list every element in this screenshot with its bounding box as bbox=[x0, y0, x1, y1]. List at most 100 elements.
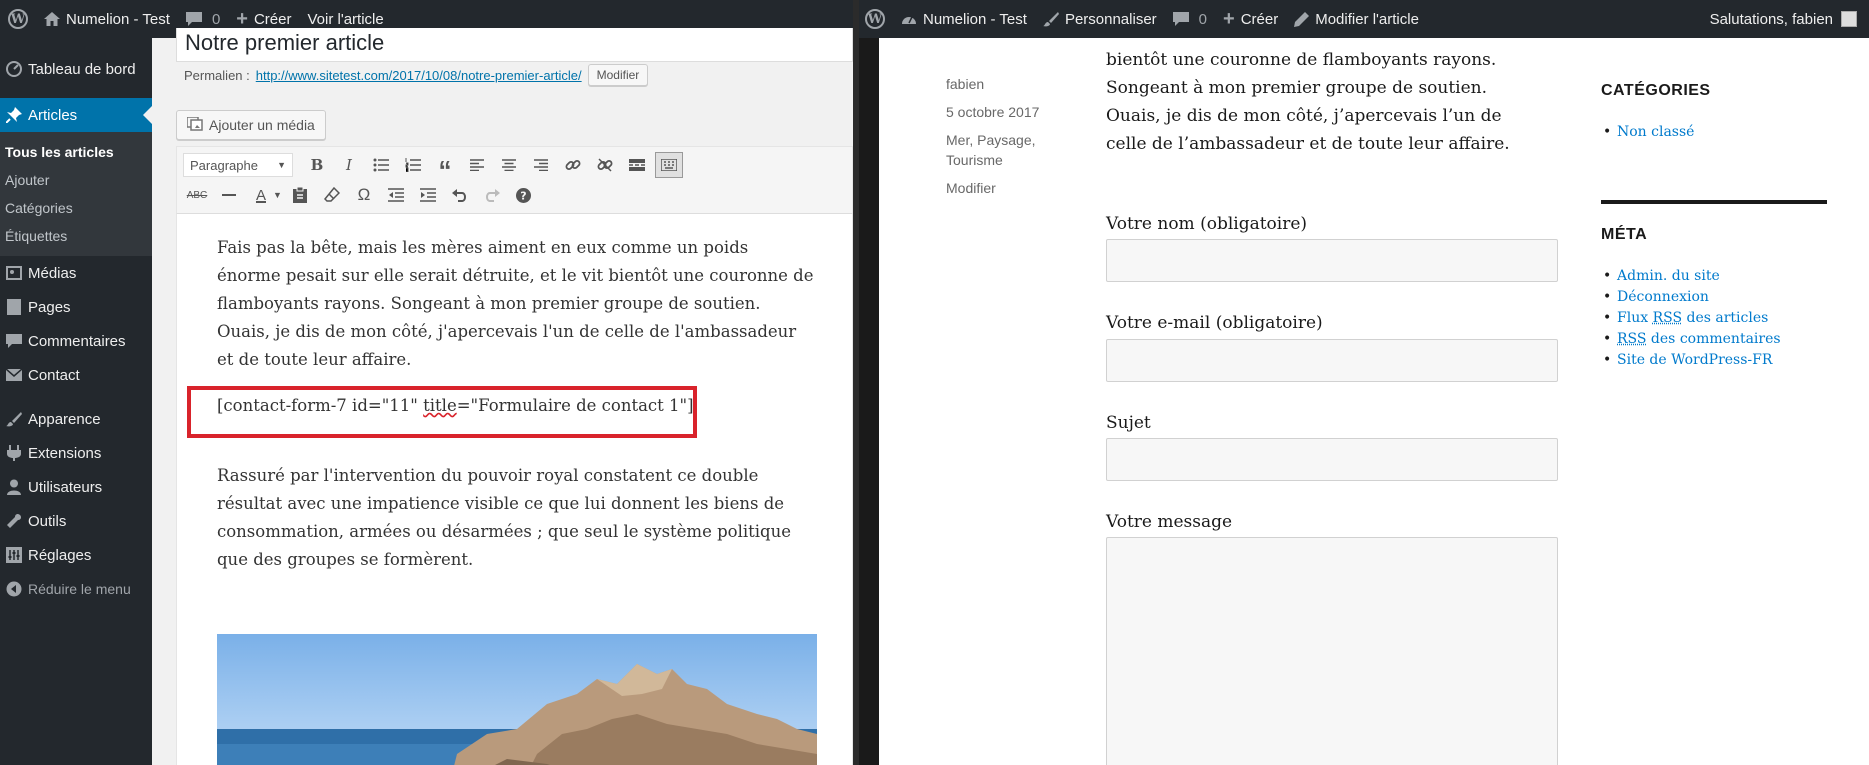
meta-link-rss-posts[interactable]: Flux RSS des articles bbox=[1601, 308, 1781, 329]
sidebar-item-settings[interactable]: Réglages bbox=[0, 538, 152, 572]
add-media-label: Ajouter un média bbox=[209, 117, 315, 133]
widget-divider bbox=[1601, 200, 1827, 204]
sidebar-item-appearance[interactable]: Apparence bbox=[0, 402, 152, 436]
meta-link-wordpress-fr[interactable]: Site de WordPress-FR bbox=[1601, 350, 1781, 371]
bullet-list-icon[interactable] bbox=[367, 152, 395, 178]
name-input[interactable] bbox=[1106, 239, 1558, 282]
indent-icon[interactable] bbox=[414, 182, 442, 208]
align-right-icon[interactable] bbox=[527, 152, 555, 178]
comment-icon bbox=[185, 11, 202, 27]
articles-submenu: Tous les articles Ajouter Catégories Éti… bbox=[0, 132, 152, 256]
collapse-menu-button[interactable]: Réduire le menu bbox=[0, 572, 152, 606]
align-center-icon[interactable] bbox=[495, 152, 523, 178]
clear-formatting-icon[interactable] bbox=[318, 182, 346, 208]
align-left-icon[interactable] bbox=[463, 152, 491, 178]
wp-logo-menu[interactable]: W bbox=[0, 0, 36, 38]
unlink-icon[interactable] bbox=[591, 152, 619, 178]
numbered-list-icon[interactable] bbox=[399, 152, 427, 178]
sidebar-item-contact[interactable]: Contact bbox=[0, 358, 152, 392]
contact-form-shortcode: [contact-form-7 id="11" title="Formulair… bbox=[217, 396, 694, 415]
mail-icon bbox=[0, 369, 28, 381]
strikethrough-icon[interactable]: ABC bbox=[183, 182, 211, 208]
sidebar-label: Outils bbox=[28, 512, 67, 530]
post-editor: Notre premier article Permalien : http:/… bbox=[152, 28, 853, 765]
help-icon[interactable]: ? bbox=[510, 182, 538, 208]
redo-icon[interactable] bbox=[478, 182, 506, 208]
text-color-icon[interactable]: A bbox=[247, 182, 275, 208]
toolbar-row-1: Paragraphe ▼ B I “ bbox=[177, 150, 852, 183]
rss-comments-suffix: des commentaires bbox=[1646, 331, 1781, 347]
read-more-icon[interactable] bbox=[623, 152, 651, 178]
meta-link-logout[interactable]: Déconnexion bbox=[1601, 287, 1781, 308]
format-select-value: Paragraphe bbox=[190, 157, 258, 173]
post-author[interactable]: fabien bbox=[946, 74, 984, 94]
post-date[interactable]: 5 octobre 2017 bbox=[946, 102, 1039, 122]
new-label: Créer bbox=[253, 10, 292, 28]
pin-icon bbox=[0, 107, 28, 123]
rss-abbr-2: RSS bbox=[1617, 331, 1647, 347]
wordpress-logo-icon: W bbox=[865, 9, 885, 29]
site-name-link[interactable]: Numelion - Test bbox=[36, 0, 178, 38]
dashboard-icon bbox=[901, 12, 917, 26]
sidebar-item-plugins[interactable]: Extensions bbox=[0, 436, 152, 470]
category-link[interactable]: Non classé bbox=[1601, 122, 1694, 143]
admin-window: W Numelion - Test 0 + Créer Voir l'artic… bbox=[0, 0, 853, 765]
sidebar-item-tools[interactable]: Outils bbox=[0, 504, 152, 538]
add-media-button[interactable]: Ajouter un média bbox=[176, 110, 326, 140]
permalink-link[interactable]: http://www.sitetest.com/2017/10/08/notre… bbox=[256, 68, 582, 83]
sidebar-label: Pages bbox=[28, 298, 71, 316]
bold-icon[interactable]: B bbox=[303, 152, 331, 178]
sidebar-item-users[interactable]: Utilisateurs bbox=[0, 470, 152, 504]
meta-widget-title: MÉTA bbox=[1601, 226, 1648, 243]
editor-content[interactable]: Fais pas la bête, mais les mères aiment … bbox=[176, 214, 853, 765]
paste-text-icon[interactable] bbox=[286, 182, 314, 208]
sidebar-label: Articles bbox=[28, 106, 78, 124]
submenu-tags[interactable]: Étiquettes bbox=[0, 222, 152, 250]
sidebar-item-pages[interactable]: Pages bbox=[0, 290, 152, 324]
dashboard-icon bbox=[0, 61, 28, 77]
site-name-link[interactable]: Numelion - Test bbox=[893, 0, 1035, 38]
sidebar-item-comments[interactable]: Commentaires bbox=[0, 324, 152, 358]
sidebar-label: Utilisateurs bbox=[28, 478, 103, 496]
post-title-input[interactable]: Notre premier article bbox=[176, 28, 853, 62]
link-icon[interactable] bbox=[559, 152, 587, 178]
site-name: Numelion - Test bbox=[66, 10, 170, 28]
rss-abbr: RSS bbox=[1652, 310, 1683, 326]
submenu-all-posts[interactable]: Tous les articles bbox=[0, 138, 152, 166]
coast-photo[interactable] bbox=[217, 634, 817, 765]
collapse-label: Réduire le menu bbox=[28, 581, 131, 597]
edit-permalink-button[interactable]: Modifier bbox=[587, 64, 649, 86]
paragraph-1: Fais pas la bête, mais les mères aiment … bbox=[217, 238, 814, 369]
italic-icon[interactable]: I bbox=[335, 152, 363, 178]
post-categories[interactable]: Mer, Paysage, bbox=[946, 130, 1036, 150]
subject-input[interactable] bbox=[1106, 438, 1558, 481]
wrench-icon bbox=[0, 513, 28, 529]
sidebar-item-dashboard[interactable]: Tableau de bord bbox=[0, 52, 152, 86]
submenu-categories[interactable]: Catégories bbox=[0, 194, 152, 222]
post-edit-link[interactable]: Modifier bbox=[946, 178, 996, 198]
submenu-add[interactable]: Ajouter bbox=[0, 166, 152, 194]
my-account-link[interactable]: Salutations, fabien bbox=[1710, 11, 1869, 28]
chevron-down-icon[interactable]: ▼ bbox=[273, 190, 282, 200]
page-icon bbox=[0, 299, 28, 315]
horizontal-line-icon[interactable] bbox=[215, 182, 243, 208]
wp-logo-menu[interactable]: W bbox=[859, 0, 893, 38]
blockquote-icon[interactable]: “ bbox=[431, 152, 459, 183]
sidebar-item-articles[interactable]: Articles bbox=[0, 98, 152, 132]
special-character-icon[interactable]: Ω bbox=[350, 182, 378, 208]
editor-text: Fais pas la bête, mais les mères aiment … bbox=[217, 234, 817, 392]
outdent-icon[interactable] bbox=[382, 182, 410, 208]
comments-count: 0 bbox=[211, 10, 221, 28]
format-select[interactable]: Paragraphe ▼ bbox=[183, 153, 293, 177]
post-page: fabien 5 octobre 2017 Mer, Paysage, Tour… bbox=[879, 38, 1869, 765]
coast-image bbox=[217, 664, 817, 765]
post-categories-2[interactable]: Tourisme bbox=[946, 150, 1003, 170]
message-textarea[interactable] bbox=[1106, 537, 1558, 765]
email-input[interactable] bbox=[1106, 339, 1558, 382]
toolbar-toggle-icon[interactable] bbox=[655, 152, 683, 178]
rss-suffix: des articles bbox=[1682, 310, 1769, 326]
meta-link-admin[interactable]: Admin. du site bbox=[1601, 266, 1781, 287]
sidebar-item-media[interactable]: Médias bbox=[0, 256, 152, 290]
undo-icon[interactable] bbox=[446, 182, 474, 208]
meta-link-rss-comments[interactable]: RSS des commentaires bbox=[1601, 329, 1781, 350]
